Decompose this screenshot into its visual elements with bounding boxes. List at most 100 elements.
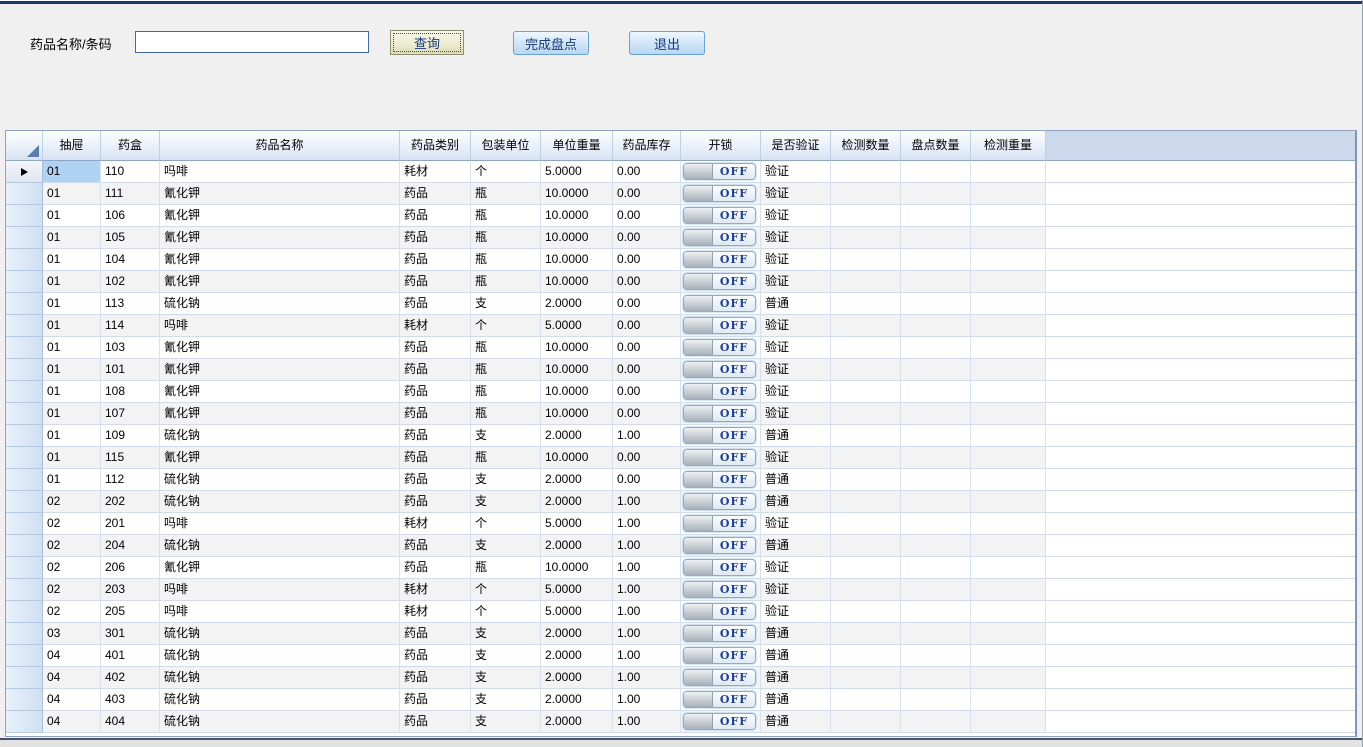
cell-weight[interactable]: 10.0000 xyxy=(541,227,613,249)
cell-stock[interactable]: 0.00 xyxy=(613,227,681,249)
cell-detect_weight[interactable] xyxy=(971,205,1046,227)
lock-toggle[interactable]: OFF xyxy=(683,251,756,268)
cell-name[interactable]: 吗啡 xyxy=(160,513,400,535)
cell-weight[interactable]: 10.0000 xyxy=(541,183,613,205)
cell-weight[interactable]: 5.0000 xyxy=(541,601,613,623)
cell-detect_weight[interactable] xyxy=(971,183,1046,205)
cell-unit[interactable]: 瓶 xyxy=(471,205,541,227)
cell-detect_qty[interactable] xyxy=(831,359,901,381)
cell-box[interactable]: 110 xyxy=(101,161,160,183)
select-all-corner[interactable] xyxy=(6,131,43,161)
cell-stock[interactable]: 1.00 xyxy=(613,667,681,689)
cell-unit[interactable]: 瓶 xyxy=(471,557,541,579)
cell-drawer[interactable]: 01 xyxy=(43,447,101,469)
cell-weight[interactable]: 2.0000 xyxy=(541,667,613,689)
cell-count_qty[interactable] xyxy=(901,557,971,579)
cell-category[interactable]: 药品 xyxy=(400,711,471,733)
cell-stock[interactable]: 1.00 xyxy=(613,623,681,645)
cell-category[interactable]: 药品 xyxy=(400,469,471,491)
cell-weight[interactable]: 10.0000 xyxy=(541,557,613,579)
cell-detect_qty[interactable] xyxy=(831,535,901,557)
cell-category[interactable]: 药品 xyxy=(400,689,471,711)
cell-count_qty[interactable] xyxy=(901,711,971,733)
row-header[interactable] xyxy=(6,623,43,645)
cell-category[interactable]: 药品 xyxy=(400,623,471,645)
cell-verify[interactable]: 验证 xyxy=(761,579,831,601)
lock-toggle[interactable]: OFF xyxy=(683,229,756,246)
cell-name[interactable]: 氰化钾 xyxy=(160,183,400,205)
cell-weight[interactable]: 2.0000 xyxy=(541,711,613,733)
cell-verify[interactable]: 验证 xyxy=(761,183,831,205)
cell-detect_weight[interactable] xyxy=(971,337,1046,359)
cell-verify[interactable]: 普通 xyxy=(761,469,831,491)
cell-drawer[interactable]: 02 xyxy=(43,491,101,513)
cell-detect_weight[interactable] xyxy=(971,315,1046,337)
cell-box[interactable]: 201 xyxy=(101,513,160,535)
cell-drawer[interactable]: 02 xyxy=(43,579,101,601)
cell-name[interactable]: 吗啡 xyxy=(160,579,400,601)
lock-toggle[interactable]: OFF xyxy=(683,163,756,180)
cell-box[interactable]: 112 xyxy=(101,469,160,491)
cell-detect_qty[interactable] xyxy=(831,315,901,337)
cell-detect_weight[interactable] xyxy=(971,293,1046,315)
cell-unit[interactable]: 支 xyxy=(471,711,541,733)
lock-toggle[interactable]: OFF xyxy=(683,273,756,290)
cell-box[interactable]: 101 xyxy=(101,359,160,381)
lock-toggle[interactable]: OFF xyxy=(683,339,756,356)
cell-weight[interactable]: 5.0000 xyxy=(541,513,613,535)
cell-detect_weight[interactable] xyxy=(971,271,1046,293)
lock-toggle[interactable]: OFF xyxy=(683,515,756,532)
cell-weight[interactable]: 5.0000 xyxy=(541,315,613,337)
cell-stock[interactable]: 0.00 xyxy=(613,183,681,205)
lock-toggle[interactable]: OFF xyxy=(683,207,756,224)
cell-name[interactable]: 吗啡 xyxy=(160,601,400,623)
cell-count_qty[interactable] xyxy=(901,271,971,293)
cell-stock[interactable]: 1.00 xyxy=(613,513,681,535)
cell-name[interactable]: 氰化钾 xyxy=(160,381,400,403)
row-header[interactable] xyxy=(6,513,43,535)
row-header[interactable] xyxy=(6,227,43,249)
cell-detect_qty[interactable] xyxy=(831,293,901,315)
cell-stock[interactable]: 1.00 xyxy=(613,601,681,623)
column-header-11[interactable]: 盘点数量 xyxy=(901,131,971,161)
cell-drawer[interactable]: 01 xyxy=(43,381,101,403)
row-header[interactable] xyxy=(6,183,43,205)
cell-drawer[interactable]: 01 xyxy=(43,183,101,205)
cell-stock[interactable]: 1.00 xyxy=(613,425,681,447)
cell-detect_qty[interactable] xyxy=(831,491,901,513)
cell-weight[interactable]: 10.0000 xyxy=(541,447,613,469)
cell-verify[interactable]: 验证 xyxy=(761,359,831,381)
cell-detect_weight[interactable] xyxy=(971,601,1046,623)
cell-verify[interactable]: 验证 xyxy=(761,205,831,227)
row-header[interactable] xyxy=(6,381,43,403)
cell-detect_weight[interactable] xyxy=(971,513,1046,535)
cell-unit[interactable]: 个 xyxy=(471,513,541,535)
cell-detect_qty[interactable] xyxy=(831,513,901,535)
cell-detect_qty[interactable] xyxy=(831,381,901,403)
cell-detect_weight[interactable] xyxy=(971,579,1046,601)
cell-detect_weight[interactable] xyxy=(971,645,1046,667)
cell-stock[interactable]: 0.00 xyxy=(613,271,681,293)
cell-weight[interactable]: 2.0000 xyxy=(541,645,613,667)
cell-unit[interactable]: 瓶 xyxy=(471,403,541,425)
cell-unit[interactable]: 支 xyxy=(471,535,541,557)
cell-stock[interactable]: 1.00 xyxy=(613,491,681,513)
cell-weight[interactable]: 10.0000 xyxy=(541,271,613,293)
cell-category[interactable]: 耗材 xyxy=(400,161,471,183)
cell-count_qty[interactable] xyxy=(901,447,971,469)
cell-category[interactable]: 药品 xyxy=(400,535,471,557)
cell-verify[interactable]: 验证 xyxy=(761,337,831,359)
cell-weight[interactable]: 2.0000 xyxy=(541,535,613,557)
cell-verify[interactable]: 普通 xyxy=(761,491,831,513)
cell-count_qty[interactable] xyxy=(901,337,971,359)
row-header[interactable] xyxy=(6,249,43,271)
row-header[interactable] xyxy=(6,535,43,557)
cell-unit[interactable]: 个 xyxy=(471,161,541,183)
lock-toggle[interactable]: OFF xyxy=(683,361,756,378)
column-header-9[interactable]: 是否验证 xyxy=(761,131,831,161)
lock-toggle[interactable]: OFF xyxy=(683,559,756,576)
cell-unit[interactable]: 支 xyxy=(471,491,541,513)
cell-count_qty[interactable] xyxy=(901,491,971,513)
column-header-8[interactable]: 开锁 xyxy=(681,131,761,161)
cell-unit[interactable]: 个 xyxy=(471,315,541,337)
